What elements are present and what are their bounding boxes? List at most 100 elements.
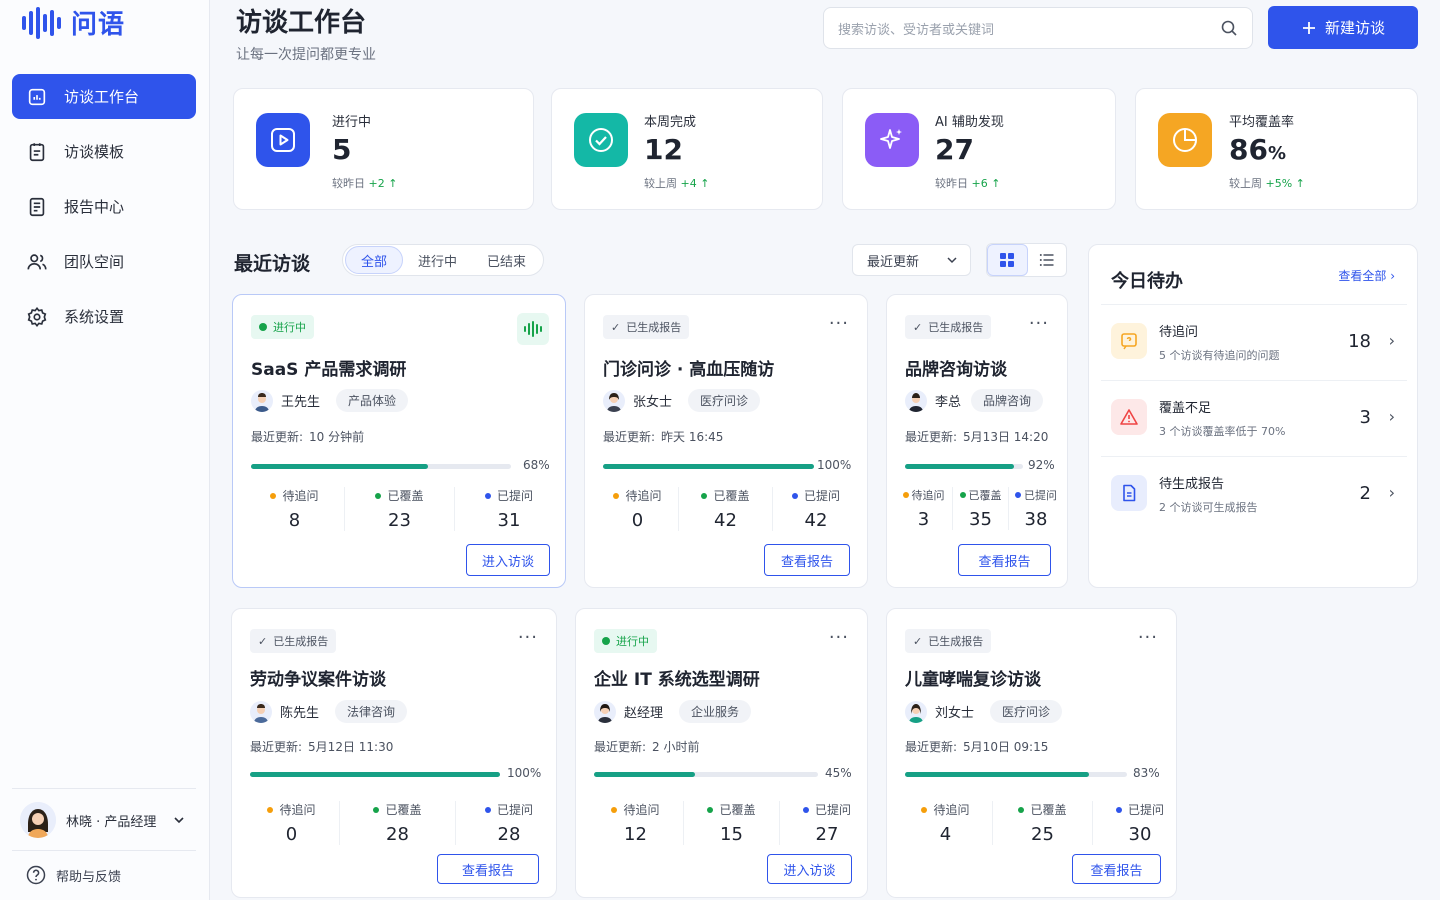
view-all-link[interactable]: 查看全部 ›: [1338, 267, 1395, 284]
report-icon: [29, 197, 45, 216]
interview-card[interactable]: ✓ 已生成报告 ··· 门诊问诊 · 高血压随访 张女士 医疗问诊 最近更新: 昨天…: [584, 294, 868, 588]
stat-card-coverage: 平均覆盖率 86% 较上周 +5% ↑: [1135, 88, 1418, 210]
sidebar-item-team[interactable]: 团队空间: [12, 239, 196, 284]
section-title: 最近访谈: [234, 253, 311, 275]
progress-bar: [594, 772, 818, 777]
card-title: 门诊问诊 · 高血压随访: [603, 360, 775, 380]
todo-name: 待追问: [1159, 325, 1199, 340]
check-circle-icon: [574, 113, 628, 167]
help-feedback-link[interactable]: 帮助与反馈: [12, 850, 196, 885]
stat-value: 86%: [1229, 133, 1287, 166]
view-report-button[interactable]: 查看报告: [437, 854, 539, 884]
metric-asked: 已提问 28: [456, 801, 562, 845]
metric-asked: 已提问 31: [455, 487, 563, 531]
metric-pending: 待追问 0: [244, 801, 340, 845]
interview-card[interactable]: ✓ 已生成报告 ··· 儿童哮喘复诊访谈 刘女士 医疗问诊 最近更新: 5月10日 …: [886, 608, 1177, 898]
waveform-icon[interactable]: [517, 313, 549, 345]
interviewee: 王先生 产品体验: [251, 389, 409, 412]
interviewee: 陈先生 法律咨询: [250, 700, 408, 723]
card-metrics: 待追问 8 已覆盖 23 已提问 31: [245, 487, 563, 531]
new-interview-label: 新建访谈: [1324, 19, 1385, 37]
sidebar-item-settings[interactable]: 系统设置: [12, 294, 196, 339]
list-icon: [1039, 254, 1054, 266]
category-tag: 法律咨询: [335, 700, 408, 723]
grid-view-button[interactable]: [987, 244, 1028, 276]
last-updated: 最近更新: 5月13日 14:20: [905, 430, 1049, 444]
metric-covered: 已覆盖 35: [953, 487, 1009, 530]
sidebar-item-templates[interactable]: 访谈模板: [12, 129, 196, 174]
sidebar-item-reports[interactable]: 报告中心: [12, 184, 196, 229]
more-options-icon[interactable]: ···: [829, 629, 849, 647]
avatar: [594, 700, 616, 723]
grid-icon: [1000, 253, 1015, 267]
progress-bar: [905, 464, 1023, 469]
metric-asked: 已提问 38: [1009, 487, 1063, 530]
status-badge: ✓ 已生成报告: [250, 629, 337, 653]
card-title: 品牌咨询访谈: [905, 360, 1007, 380]
interview-card[interactable]: 进行中 ··· 企业 IT 系统选型调研 赵经理 企业服务 最近更新: 2 小时前…: [575, 608, 868, 898]
enter-interview-button[interactable]: 进入访谈: [767, 854, 852, 884]
last-updated: 最近更新: 5月10日 09:15: [905, 740, 1049, 754]
todo-item-report[interactable]: 待生成报告 2 个访谈可生成报告 2 ›: [1101, 456, 1407, 532]
todo-count: 18: [1348, 331, 1371, 352]
last-updated: 最近更新: 昨天 16:45: [603, 430, 724, 444]
todo-desc: 2 个访谈可生成报告: [1159, 501, 1258, 514]
view-report-button[interactable]: 查看报告: [1072, 854, 1161, 884]
page-title: 访谈工作台: [236, 8, 367, 38]
status-badge: ✓ 已生成报告: [905, 315, 992, 339]
user-menu[interactable]: 林晓 · 产品经理: [12, 788, 196, 841]
more-options-icon[interactable]: ···: [1029, 315, 1049, 333]
sidebar-item-label: 系统设置: [64, 308, 125, 326]
filter-in-progress[interactable]: 进行中: [403, 246, 472, 274]
interview-card[interactable]: ✓ 已生成报告 ··· 品牌咨询访谈 李总 品牌咨询 最近更新: 5月13日 14:…: [886, 294, 1068, 588]
interview-card[interactable]: 进行中 SaaS 产品需求调研 王先生 产品体验 最近更新: 10 分钟前 68%…: [232, 294, 566, 588]
card-title: 儿童哮喘复诊访谈: [905, 670, 1041, 690]
todo-name: 覆盖不足: [1159, 401, 1212, 416]
card-title: 劳动争议案件访谈: [250, 670, 386, 690]
progress-label: 83%: [1133, 766, 1160, 780]
progress-bar: [251, 464, 511, 469]
todo-count: 2: [1359, 483, 1371, 504]
metric-covered: 已覆盖 15: [684, 801, 780, 845]
view-report-button[interactable]: 查看报告: [958, 544, 1051, 576]
waveform-logo-icon: [22, 6, 61, 39]
sidebar-item-label: 访谈工作台: [64, 88, 140, 106]
filter-ended[interactable]: 已结束: [472, 246, 541, 274]
status-badge: ✓ 已生成报告: [905, 629, 992, 653]
more-options-icon[interactable]: ···: [829, 315, 849, 333]
help-label: 帮助与反馈: [56, 869, 122, 885]
filter-all[interactable]: 全部: [345, 246, 404, 274]
check-icon: ✓: [611, 320, 621, 334]
more-options-icon[interactable]: ···: [518, 629, 538, 647]
list-view-button[interactable]: [1028, 244, 1067, 276]
todo-item-pending[interactable]: 待追问 5 个访谈有待追问的问题 18 ›: [1101, 304, 1407, 380]
app-logo[interactable]: 问语: [22, 4, 125, 41]
interviewee-name: 刘女士: [935, 706, 975, 721]
settings-icon: [27, 306, 47, 327]
sidebar-item-label: 访谈模板: [64, 143, 125, 161]
metric-pending: 待追问 3: [895, 487, 953, 530]
stat-value: 5: [332, 133, 352, 166]
todo-item-low-coverage[interactable]: 覆盖不足 3 个访谈覆盖率低于 70% 3 ›: [1101, 380, 1407, 456]
card-title: SaaS 产品需求调研: [251, 360, 407, 380]
avatar: [251, 389, 273, 412]
new-interview-button[interactable]: 新建访谈: [1268, 6, 1418, 49]
sidebar-item-workbench[interactable]: 访谈工作台: [12, 74, 196, 119]
view-report-button[interactable]: 查看报告: [764, 544, 850, 576]
chevron-down-icon: [947, 257, 957, 264]
status-filter: 全部 进行中 已结束: [342, 244, 545, 276]
search-input[interactable]: 搜索访谈、受访者或关键词: [823, 7, 1253, 49]
stat-label: 进行中: [332, 115, 372, 130]
sidebar-item-label: 团队空间: [64, 253, 125, 271]
metric-pending: 待追问 8: [245, 487, 345, 531]
check-icon: ✓: [913, 634, 923, 648]
sort-select[interactable]: 最近更新: [852, 244, 971, 276]
todo-title: 今日待办: [1111, 271, 1183, 292]
enter-interview-button[interactable]: 进入访谈: [466, 544, 550, 576]
more-options-icon[interactable]: ···: [1138, 629, 1158, 647]
category-tag: 品牌咨询: [971, 389, 1044, 412]
interviewee-name: 陈先生: [280, 706, 320, 721]
sparkle-icon: [865, 113, 919, 167]
todo-desc: 5 个访谈有待追问的问题: [1159, 349, 1280, 362]
interview-card[interactable]: ✓ 已生成报告 ··· 劳动争议案件访谈 陈先生 法律咨询 最近更新: 5月12日 …: [231, 608, 557, 898]
